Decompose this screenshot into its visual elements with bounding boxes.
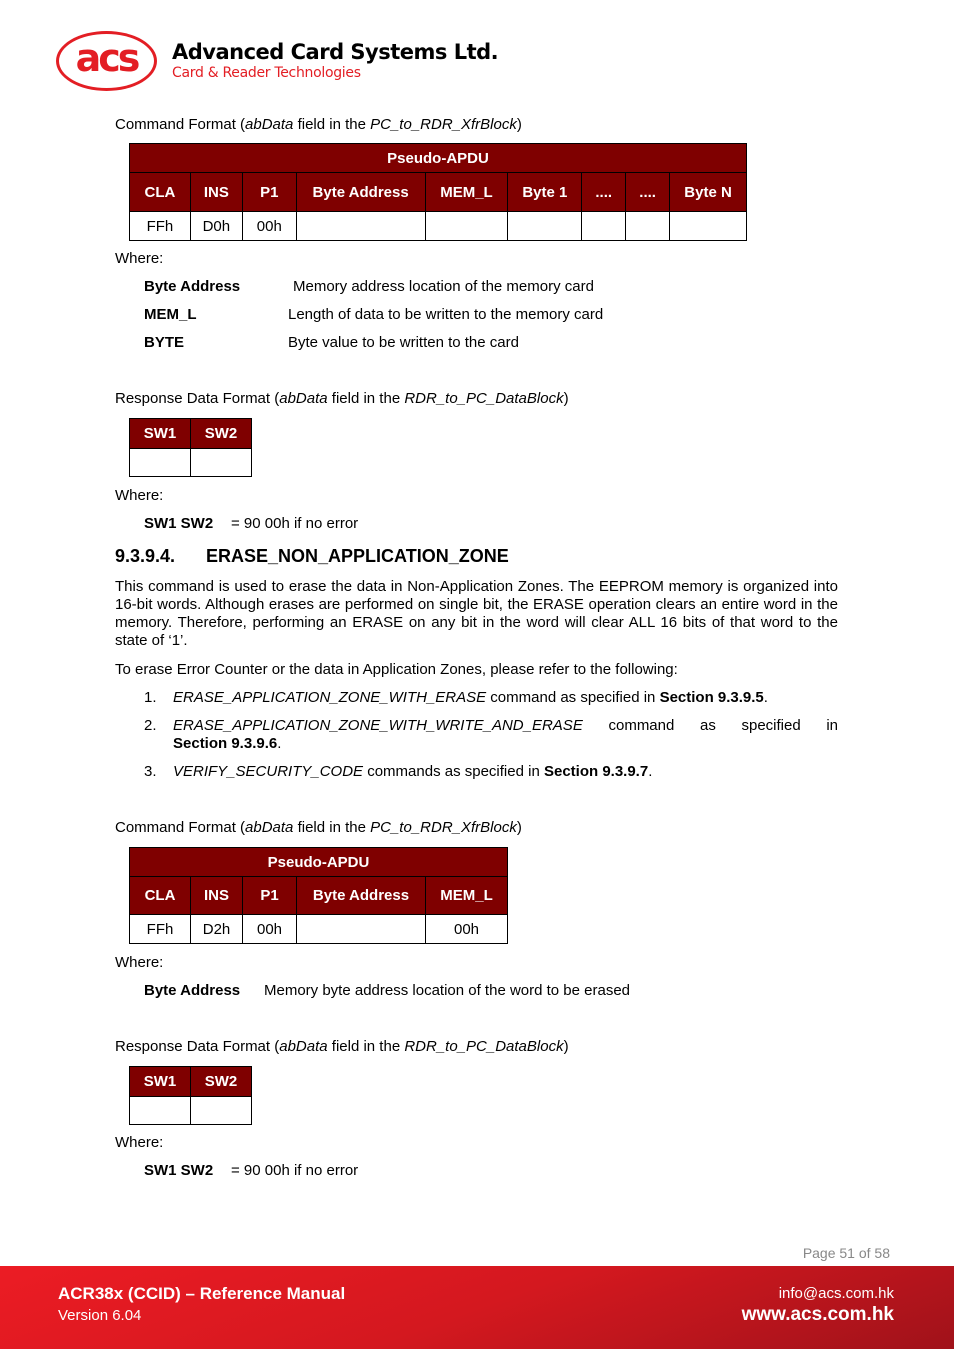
list-number: 3. bbox=[144, 763, 157, 780]
list-number: 2. bbox=[144, 717, 157, 734]
def-term: Byte Address bbox=[144, 278, 241, 295]
cell: 00h bbox=[241, 211, 297, 241]
table-title: Pseudo-APDU bbox=[129, 847, 508, 877]
cell bbox=[190, 448, 252, 477]
col-header: Byte 1 bbox=[507, 172, 583, 212]
def-term: BYTE bbox=[144, 334, 185, 351]
sw-desc: = 90 00h if no error bbox=[231, 1162, 359, 1179]
footer-title: ACR38x (CCID) – Reference Manual bbox=[58, 1284, 346, 1303]
response-format-label: Response Data Format (abData field in th… bbox=[115, 1038, 569, 1055]
sw-term: SW1 SW2 bbox=[144, 515, 214, 532]
cell: FFh bbox=[129, 914, 191, 944]
cell bbox=[295, 211, 426, 241]
cell bbox=[424, 211, 509, 241]
cell bbox=[507, 211, 583, 241]
col-header: INS bbox=[190, 876, 243, 915]
col-header: P1 bbox=[241, 172, 297, 212]
footer-version: Version 6.04 bbox=[58, 1307, 142, 1324]
sw-desc: = 90 00h if no error bbox=[231, 515, 359, 532]
command-format-label: Command Format (abData field in the PC_t… bbox=[115, 819, 522, 836]
col-header: .... bbox=[581, 172, 627, 212]
where-label: Where: bbox=[115, 250, 164, 267]
col-header: MEM_L bbox=[425, 876, 508, 915]
col-header: .... bbox=[625, 172, 671, 212]
where-label: Where: bbox=[115, 954, 164, 971]
command-table: Pseudo-APDU CLA INS P1 Byte Address MEM_… bbox=[129, 143, 747, 241]
response-table: SW1 SW2 bbox=[129, 1066, 252, 1125]
list-item: ERASE_APPLICATION_ZONE_WITH_ERASE comman… bbox=[173, 689, 768, 706]
def-term: Byte Address bbox=[144, 982, 241, 999]
col-header: SW2 bbox=[190, 1066, 252, 1097]
where-label: Where: bbox=[115, 487, 164, 504]
def-desc: Memory address location of the memory ca… bbox=[293, 278, 594, 295]
section-number: 9.3.9.4. bbox=[115, 546, 176, 566]
list-item: ERASE_APPLICATION_ZONE_WITH_WRITE_AND_ER… bbox=[173, 717, 838, 752]
cell: 00h bbox=[242, 914, 297, 944]
col-header: CLA bbox=[129, 876, 191, 915]
col-header: SW1 bbox=[129, 1066, 191, 1097]
command-table: Pseudo-APDU CLA INS P1 Byte Address MEM_… bbox=[129, 847, 508, 944]
paragraph: To erase Error Counter or the data in Ap… bbox=[115, 661, 678, 678]
logo: acs bbox=[75, 36, 141, 80]
col-header: SW1 bbox=[129, 418, 191, 449]
def-desc: Length of data to be written to the memo… bbox=[288, 306, 604, 323]
def-term: MEM_L bbox=[144, 306, 197, 323]
col-header: Byte N bbox=[669, 172, 747, 212]
col-header: P1 bbox=[242, 876, 297, 915]
footer: ACR38x (CCID) – Reference Manual Version… bbox=[0, 1266, 954, 1349]
table-row: FFh D2h 00h 00h bbox=[129, 914, 508, 944]
company-name: Advanced Card Systems Ltd. bbox=[172, 40, 499, 64]
section-title: ERASE_NON_APPLICATION_ZONE bbox=[206, 546, 509, 566]
page-number: Page 51 of 58 bbox=[802, 1245, 890, 1261]
cell: D2h bbox=[190, 914, 243, 944]
cell bbox=[625, 211, 671, 241]
response-table: SW1 SW2 bbox=[129, 418, 252, 477]
where-label: Where: bbox=[115, 1134, 164, 1151]
response-format-label: Response Data Format (abData field in th… bbox=[115, 390, 569, 407]
cell bbox=[129, 1096, 191, 1125]
col-header: MEM_L bbox=[424, 172, 509, 212]
cell bbox=[190, 1096, 252, 1125]
col-header: CLA bbox=[129, 172, 191, 212]
col-header: INS bbox=[189, 172, 243, 212]
command-format-label: Command Format (abData field in the PC_t… bbox=[115, 116, 522, 133]
cell: 00h bbox=[425, 914, 508, 944]
col-header: Byte Address bbox=[296, 876, 426, 915]
tagline: Card & Reader Technologies bbox=[172, 65, 361, 81]
col-header: Byte Address bbox=[295, 172, 426, 212]
list-item: VERIFY_SECURITY_CODE commands as specifi… bbox=[173, 763, 653, 780]
list-number: 1. bbox=[144, 689, 157, 706]
cell: FFh bbox=[129, 211, 191, 241]
table-title: Pseudo-APDU bbox=[129, 143, 747, 173]
def-desc: Memory byte address location of the word… bbox=[264, 982, 631, 999]
sw-term: SW1 SW2 bbox=[144, 1162, 214, 1179]
cell bbox=[129, 448, 191, 477]
cell bbox=[669, 211, 747, 241]
cell: D0h bbox=[189, 211, 243, 241]
table-row: FFh D0h 00h bbox=[129, 211, 747, 241]
cell bbox=[581, 211, 627, 241]
def-desc: Byte value to be written to the card bbox=[288, 334, 519, 351]
cell bbox=[296, 914, 426, 944]
footer-website[interactable]: www.acs.com.hk bbox=[742, 1304, 894, 1326]
paragraph: This command is used to erase the data i… bbox=[115, 578, 838, 649]
footer-email[interactable]: info@acs.com.hk bbox=[779, 1285, 894, 1302]
col-header: SW2 bbox=[190, 418, 252, 449]
